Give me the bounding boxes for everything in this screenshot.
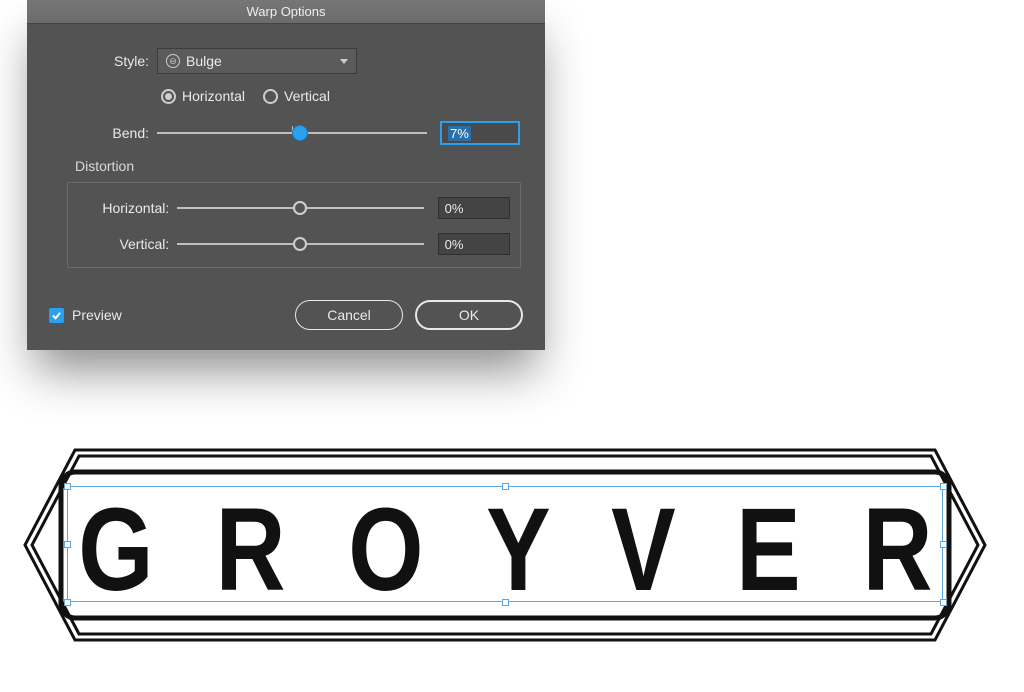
bend-slider[interactable]	[157, 123, 427, 143]
selection-handle[interactable]	[502, 599, 509, 606]
style-dropdown[interactable]: ⊖ Bulge	[157, 48, 357, 74]
dialog-body: Style: ⊖ Bulge Horizontal Vertical Bend:	[27, 24, 545, 350]
selection-handle[interactable]	[64, 483, 71, 490]
dist-horizontal-label: Horizontal:	[78, 200, 177, 216]
dialog-footer: Preview Cancel OK	[49, 294, 523, 330]
bend-row: Bend: 7%	[49, 122, 523, 144]
ok-button[interactable]: OK	[415, 300, 523, 330]
selection-handle[interactable]	[940, 541, 947, 548]
cancel-button[interactable]: Cancel	[295, 300, 403, 330]
radio-circle-icon	[263, 89, 278, 104]
canvas-artwork: G R O Y V E R	[15, 430, 995, 660]
dist-vertical-thumb[interactable]	[293, 237, 307, 251]
distortion-group: Horizontal: 0% Vertical: 0%	[67, 182, 521, 268]
radio-vertical-label: Vertical	[284, 88, 330, 104]
selection-bounding-box[interactable]	[67, 486, 943, 602]
dist-horizontal-row: Horizontal: 0%	[78, 197, 510, 219]
bend-slider-thumb[interactable]	[292, 125, 308, 141]
radio-horizontal-label: Horizontal	[182, 88, 245, 104]
chevron-down-icon	[340, 59, 348, 64]
button-group: Cancel OK	[295, 300, 523, 330]
bend-label: Bend:	[49, 125, 157, 141]
dist-vertical-value: 0%	[445, 237, 464, 252]
orientation-radios: Horizontal Vertical	[161, 88, 523, 104]
selection-handle[interactable]	[64, 599, 71, 606]
dist-horizontal-value: 0%	[445, 201, 464, 216]
style-label: Style:	[49, 53, 157, 69]
bend-value-text: 7%	[448, 126, 471, 141]
dist-vertical-slider[interactable]	[177, 234, 423, 254]
bulge-icon: ⊖	[166, 54, 180, 68]
style-row: Style: ⊖ Bulge	[49, 48, 523, 74]
dist-horizontal-thumb[interactable]	[293, 201, 307, 215]
style-value: Bulge	[186, 53, 222, 69]
radio-horizontal[interactable]: Horizontal	[161, 88, 245, 104]
preview-label: Preview	[72, 307, 122, 323]
dist-vertical-row: Vertical: 0%	[78, 233, 510, 255]
selection-handle[interactable]	[940, 599, 947, 606]
selection-handle[interactable]	[64, 541, 71, 548]
warp-options-dialog: Warp Options Style: ⊖ Bulge Horizontal V…	[27, 0, 545, 350]
dist-horizontal-input[interactable]: 0%	[438, 197, 510, 219]
radio-vertical[interactable]: Vertical	[263, 88, 330, 104]
distortion-header: Distortion	[75, 158, 523, 174]
dist-horizontal-slider[interactable]	[177, 198, 423, 218]
dist-vertical-input[interactable]: 0%	[438, 233, 510, 255]
dist-vertical-label: Vertical:	[78, 236, 177, 252]
selection-handle[interactable]	[940, 483, 947, 490]
selection-handle[interactable]	[502, 483, 509, 490]
radio-dot-icon	[161, 89, 176, 104]
checkbox-checked-icon	[49, 308, 64, 323]
preview-checkbox[interactable]: Preview	[49, 307, 122, 323]
bend-value-input[interactable]: 7%	[441, 122, 519, 144]
dialog-title: Warp Options	[27, 0, 545, 24]
